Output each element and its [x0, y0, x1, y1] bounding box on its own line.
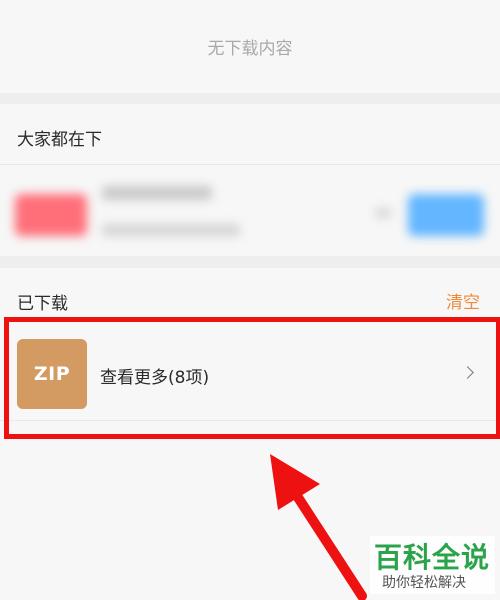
blurred-app-icon	[15, 194, 87, 236]
empty-download-message: 无下载内容	[0, 0, 500, 93]
view-more-downloads-row[interactable]: ZIP 查看更多(8项)	[0, 326, 500, 422]
blurred-app-badge	[375, 208, 391, 218]
blurred-download-button	[408, 194, 484, 236]
watermark-subtitle: 助你轻松解决	[382, 575, 466, 591]
item-separator	[0, 420, 500, 421]
blurred-app-meta	[102, 224, 240, 236]
zip-file-icon: ZIP	[17, 339, 87, 409]
watermark-title: 百科全说	[374, 541, 491, 574]
chevron-right-icon	[461, 366, 474, 379]
empty-download-text: 无下载内容	[207, 39, 293, 59]
download-page: 无下载内容 大家都在下 已下载 清空 ZIP 查看更多(8项) 百科全说 助你轻…	[0, 0, 500, 600]
view-more-label: 查看更多(8项)	[100, 368, 210, 388]
popular-section-title: 大家都在下	[17, 130, 102, 150]
zip-icon-label: ZIP	[33, 363, 71, 385]
popular-downloads-section: 大家都在下	[0, 104, 500, 256]
section-divider	[0, 256, 500, 268]
downloaded-section-title: 已下载	[17, 294, 68, 314]
blurred-app-row	[0, 164, 500, 256]
blurred-app-title	[102, 186, 212, 200]
watermark-logo: 百科全说 助你轻松解决	[370, 536, 495, 594]
clear-button[interactable]: 清空	[446, 288, 480, 313]
section-divider	[0, 93, 500, 104]
